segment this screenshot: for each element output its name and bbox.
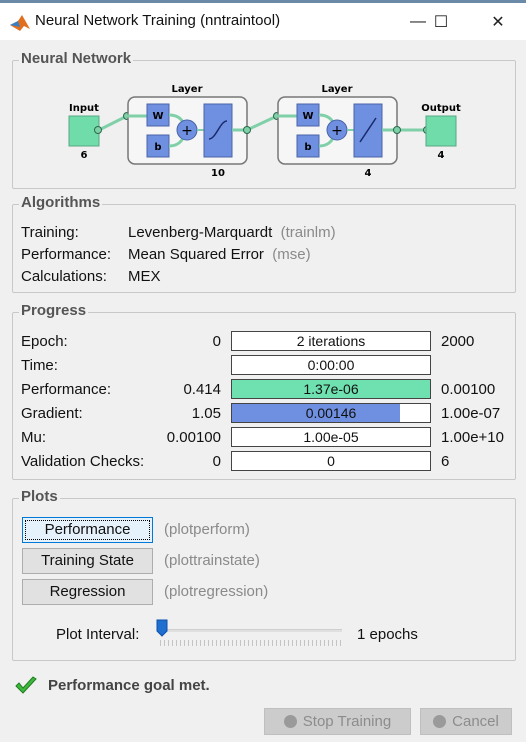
progress-end-value: 2000 <box>441 333 475 350</box>
progress-current-value: 0 <box>327 453 335 469</box>
plots-title: Plots <box>19 488 60 505</box>
layer2-label: Layer <box>321 84 352 95</box>
slider-thumb[interactable] <box>156 619 168 637</box>
layer2-size: 4 <box>365 168 372 179</box>
progress-bar: 1.37e-06 <box>231 379 431 399</box>
performance-label: Performance: <box>21 246 112 263</box>
progress-current-value: 2 iterations <box>296 333 366 349</box>
progress-start-value: 0.00100 <box>166 429 221 446</box>
output-box <box>425 115 457 147</box>
progress-label: Gradient: <box>21 405 83 422</box>
slider-ticks <box>160 640 342 646</box>
layer1-size: 10 <box>211 168 225 179</box>
progress-start-value: 0 <box>212 333 221 350</box>
connector-node <box>393 126 401 134</box>
layer2-weight-label: W <box>302 111 313 122</box>
performance-algorithm: Mean Squared Error <box>128 246 264 263</box>
progress-title: Progress <box>19 302 89 319</box>
progress-bar: 1.00e-05 <box>231 427 431 447</box>
stop-training-label: Stop Training <box>302 713 392 730</box>
plus-glyph: + <box>181 123 193 139</box>
progress-start-value: 0.414 <box>183 381 221 398</box>
plot-performance-button[interactable]: Performance <box>22 517 153 543</box>
progress-label: Performance: <box>21 381 112 398</box>
plot-interval-slider[interactable] <box>158 629 342 632</box>
plot-regression-button[interactable]: Regression <box>22 579 153 605</box>
stop-icon <box>283 715 297 728</box>
progress-bar: 2 iterations <box>231 331 431 351</box>
plot-interval-label: Plot Interval: <box>56 626 140 643</box>
stop-training-button[interactable]: Stop Training <box>264 708 411 735</box>
connector <box>98 114 128 132</box>
performance-fn: (mse) <box>272 246 311 263</box>
training-fn: (trainlm) <box>280 224 336 241</box>
training-value: Levenberg-Marquardt (trainlm) <box>128 224 336 241</box>
progress-end-value: 1.00e+10 <box>441 429 504 446</box>
progress-current-value: 1.00e-05 <box>303 429 359 445</box>
progress-label: Epoch: <box>21 333 68 350</box>
network-diagram: Input 6 Layer W b + 10 Layer W b + 4 Out… <box>68 84 461 179</box>
plus-glyph: + <box>331 123 343 139</box>
performance-value: Mean Squared Error (mse) <box>128 246 311 263</box>
plot-performance-fn: (plotperform) <box>164 521 250 538</box>
progress-current-value: 1.37e-06 <box>303 381 359 397</box>
progress-current-value: 0.00146 <box>305 405 357 421</box>
progress-end-value: 0.00100 <box>441 381 496 398</box>
progress-label: Validation Checks: <box>21 453 145 470</box>
layer1-bias-label: b <box>154 142 161 153</box>
progress-end-value: 6 <box>441 453 450 470</box>
connector-node <box>243 126 251 134</box>
algorithms-title: Algorithms <box>19 194 103 211</box>
cancel-icon <box>433 715 447 728</box>
input-size: 6 <box>81 150 88 161</box>
training-algorithm: Levenberg-Marquardt <box>128 224 273 241</box>
output-label: Output <box>421 103 461 114</box>
progress-start-value: 0 <box>212 453 221 470</box>
calculations-label: Calculations: <box>21 268 107 285</box>
plot-training-state-fn: (plottrainstate) <box>164 552 260 569</box>
progress-label: Time: <box>21 357 58 374</box>
connector-node <box>94 126 102 134</box>
output-size: 4 <box>438 150 445 161</box>
status-message: Performance goal met. <box>48 677 210 694</box>
progress-end-value: 1.00e-07 <box>441 405 501 422</box>
progress-start-value: 1.05 <box>191 405 221 422</box>
layer1-weight-label: W <box>152 111 163 122</box>
progress-label: Mu: <box>21 429 47 446</box>
cancel-label: Cancel <box>452 713 499 730</box>
layer1-label: Layer <box>171 84 202 95</box>
progress-bar: 0.00146 <box>231 403 431 423</box>
plot-interval-value: 1 epochs <box>357 626 418 643</box>
progress-bar: 0 <box>231 451 431 471</box>
checkmark-icon <box>15 676 37 694</box>
cancel-button[interactable]: Cancel <box>420 708 512 735</box>
progress-bar: 0:00:00 <box>231 355 431 375</box>
plot-training-state-button[interactable]: Training State <box>22 548 153 574</box>
progress-current-value: 0:00:00 <box>307 357 355 373</box>
training-label: Training: <box>21 224 79 241</box>
calculations-value: MEX <box>128 268 161 285</box>
input-label: Input <box>69 103 99 114</box>
plot-regression-fn: (plotregression) <box>164 583 269 600</box>
layer2-bias-label: b <box>304 142 311 153</box>
